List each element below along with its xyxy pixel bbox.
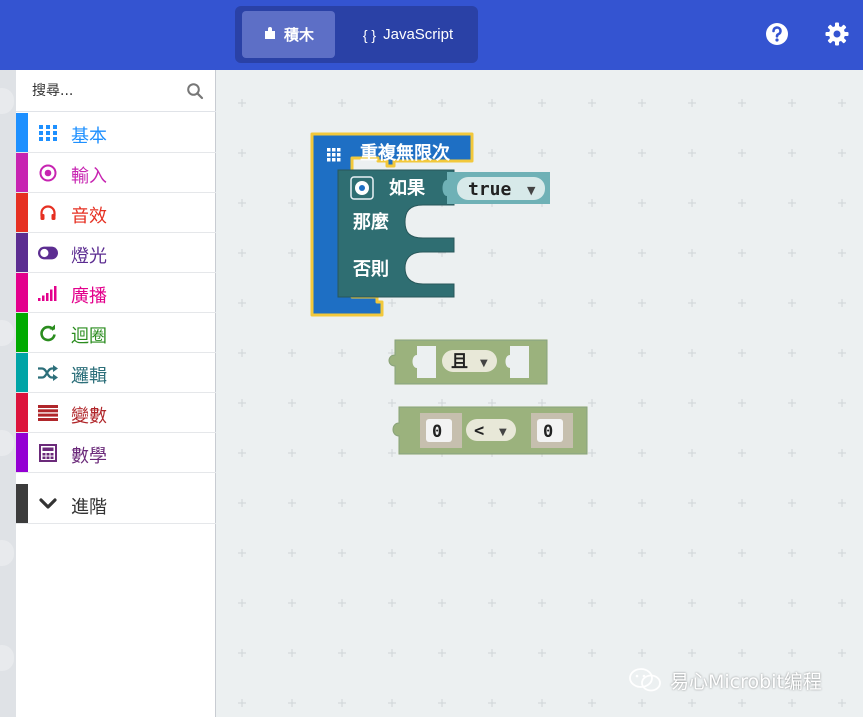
category-label: 音效 (71, 206, 107, 227)
category-basic[interactable]: 基本 (16, 113, 216, 153)
shuffle-icon (38, 363, 58, 383)
category-variables[interactable]: 變數 (16, 393, 216, 433)
grid-icon (327, 148, 341, 162)
and-label: 且 (451, 352, 468, 372)
dropdown-arrow-icon: ▼ (527, 184, 536, 197)
category-label: 基本 (71, 126, 107, 147)
braces-icon: { } (362, 26, 377, 43)
search-input[interactable] (32, 80, 172, 102)
target-icon (38, 163, 58, 183)
category-loops[interactable]: 迴圈 (16, 313, 216, 353)
watermark-text: 易心Microbit编程 (670, 670, 822, 693)
watermark: 易心Microbit编程 (628, 666, 822, 694)
category-label: 廣播 (71, 286, 107, 307)
forever-label: 重複無限次 (360, 142, 450, 164)
gear-icon[interactable] (355, 181, 369, 195)
refresh-icon (38, 323, 58, 343)
toolbox-search (16, 70, 216, 112)
tab-blocks[interactable]: 積木 (242, 11, 335, 58)
category-label: 變數 (71, 406, 107, 427)
gear-icon[interactable] (824, 21, 850, 47)
left-number-input[interactable]: 0 (420, 413, 462, 448)
top-bar: 積木 { } JavaScript (0, 0, 863, 70)
puzzle-icon (263, 26, 277, 43)
else-label: 否則 (352, 259, 389, 280)
category-logic[interactable]: 邏輯 (16, 353, 216, 393)
right-number-input[interactable]: 0 (531, 413, 573, 448)
category-music[interactable]: 音效 (16, 193, 216, 233)
wechat-icon (629, 668, 661, 692)
simulator-edge (0, 70, 16, 717)
right-value: 0 (543, 422, 553, 442)
tab-blocks-label: 積木 (283, 27, 314, 44)
question-circle-icon[interactable] (764, 21, 790, 47)
blocks-workspace[interactable]: 重複無限次 如果 那麼 否則 true ▼ 且 ▼ 0 < ▼ 0 (217, 70, 863, 717)
compare-operator: < (474, 421, 484, 441)
category-math[interactable]: 數學 (16, 433, 216, 473)
true-boolean-block[interactable]: true ▼ (442, 172, 551, 204)
and-block[interactable]: 且 ▼ (388, 339, 548, 385)
if-label: 如果 (389, 177, 426, 199)
dropdown-arrow-icon: ▼ (480, 358, 488, 369)
compare-block[interactable]: 0 < ▼ 0 (392, 406, 588, 455)
headphones-icon (38, 203, 58, 223)
calculator-icon (38, 443, 58, 463)
category-label: 輸入 (71, 166, 107, 187)
tab-javascript[interactable]: { } JavaScript (343, 11, 473, 58)
editor-mode-toggle: 積木 { } JavaScript (235, 6, 478, 63)
category-label: 迴圈 (71, 326, 107, 347)
left-value: 0 (432, 422, 442, 442)
category-advanced[interactable]: 進階 (16, 484, 216, 524)
category-label: 進階 (71, 497, 107, 518)
true-value: true (468, 179, 512, 200)
category-radio[interactable]: 廣播 (16, 273, 216, 313)
chevron-down-icon (38, 494, 58, 514)
toggle-icon (38, 243, 58, 263)
category-led[interactable]: 燈光 (16, 233, 216, 273)
toolbox-separator (28, 475, 216, 481)
tab-javascript-label: JavaScript (383, 26, 454, 43)
toolbox: 基本 輸入 音效 燈光 廣播 (16, 70, 216, 717)
search-icon[interactable] (186, 82, 204, 100)
category-label: 數學 (71, 446, 107, 467)
signal-icon (38, 283, 58, 303)
grid-icon (38, 123, 58, 143)
list-icon (38, 403, 58, 423)
category-label: 燈光 (71, 246, 107, 267)
if-else-block[interactable]: 如果 那麼 否則 true ▼ (337, 169, 551, 298)
category-label: 邏輯 (71, 366, 107, 387)
then-label: 那麼 (353, 211, 389, 233)
category-input[interactable]: 輸入 (16, 153, 216, 193)
dropdown-arrow-icon: ▼ (499, 427, 507, 438)
